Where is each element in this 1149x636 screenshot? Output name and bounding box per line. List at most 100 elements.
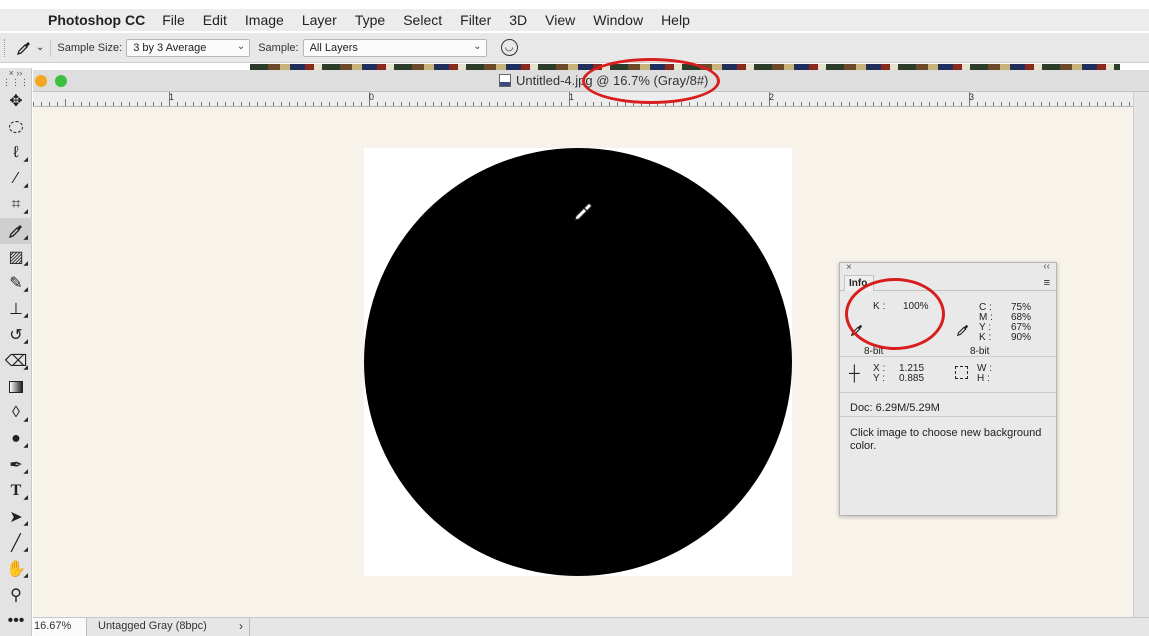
- crop-icon: ⌗: [11, 196, 21, 213]
- ruler-tick: [529, 102, 530, 106]
- vertical-scrollbar[interactable]: [1133, 92, 1149, 617]
- ruler-tick: [977, 102, 978, 106]
- zoom-tool[interactable]: ⚲: [0, 582, 32, 608]
- ruler-tick: [1113, 102, 1114, 106]
- history-brush-tool[interactable]: ↺ ◢: [0, 322, 32, 348]
- info-panel-header[interactable]: × ‹‹: [840, 261, 1056, 275]
- ruler-tick: [721, 102, 722, 106]
- ruler-tick: [41, 102, 42, 106]
- tool-preset-picker[interactable]: ⌄: [16, 40, 44, 56]
- document-icon: [499, 74, 511, 87]
- sampling-ring-icon[interactable]: ◡: [500, 39, 518, 56]
- tab-info[interactable]: Info: [844, 275, 874, 291]
- pen-tool[interactable]: ✒ ◢: [0, 452, 32, 478]
- primary-channel-label: K :: [873, 301, 886, 312]
- eyedropper-tool[interactable]: ◢: [0, 218, 32, 244]
- toolbar-header[interactable]: × ›› ︙︙︙: [0, 68, 31, 88]
- menu-view[interactable]: View: [536, 12, 584, 28]
- zoom-icon: ⚲: [10, 587, 22, 604]
- dodge-tool[interactable]: ● ◢: [0, 426, 32, 452]
- ruler-tick: [265, 102, 266, 106]
- ruler-tick: [1073, 102, 1074, 106]
- ruler-tick: [553, 102, 554, 106]
- status-menu-arrow[interactable]: ›: [239, 619, 243, 633]
- panel-menu-icon[interactable]: ≡: [1044, 277, 1050, 289]
- ruler-tick: [201, 102, 202, 106]
- ruler-tick: [1025, 102, 1026, 106]
- collapse-icon[interactable]: ‹‹: [1043, 261, 1050, 272]
- ruler-tick: [401, 102, 402, 106]
- options-grip[interactable]: [4, 38, 6, 57]
- magic-wand-tool[interactable]: ⁄ ◢: [0, 166, 32, 192]
- h-label: H :: [977, 373, 990, 384]
- ruler-tick: [345, 102, 346, 106]
- crop-tool[interactable]: ⌗ ◢: [0, 192, 32, 218]
- move-tool[interactable]: ✥: [0, 88, 32, 114]
- ruler-tick: [713, 102, 714, 106]
- ruler-tick: [953, 102, 954, 106]
- eyedropper-icon[interactable]: [850, 323, 864, 337]
- ruler-tick: [849, 102, 850, 106]
- sample-dropdown[interactable]: All Layers ⌄: [302, 38, 487, 57]
- menu-3d[interactable]: 3D: [500, 12, 536, 28]
- more-tools[interactable]: •••: [0, 608, 32, 634]
- ruler-tick: [233, 102, 234, 106]
- gradient-tool[interactable]: [0, 374, 32, 400]
- ruler-tick: [217, 102, 218, 106]
- ruler-tick: [457, 102, 458, 106]
- ruler-tick: [417, 102, 418, 106]
- path-selection-tool[interactable]: ➤ ◢: [0, 504, 32, 530]
- ruler-tick: [49, 102, 50, 106]
- zoom-level-field[interactable]: 16.67%: [33, 618, 87, 636]
- horizontal-ruler[interactable]: 1 0 1 2 3: [33, 92, 1133, 107]
- sample-size-dropdown[interactable]: 3 by 3 Average ⌄: [126, 38, 251, 57]
- healing-brush-tool[interactable]: ▨ ◢: [0, 244, 32, 270]
- ruler-tick: [881, 102, 882, 106]
- menu-type[interactable]: Type: [346, 12, 394, 28]
- color-readout-section: K : 100% 8-bit C :75% M :68% Y :67% K :9…: [840, 291, 1056, 357]
- elliptical-marquee-icon: [9, 121, 23, 133]
- ruler-tick: [1065, 102, 1066, 106]
- eraser-tool[interactable]: ⌫ ◢: [0, 348, 32, 374]
- marquee-tool[interactable]: [0, 114, 32, 140]
- ruler-label: 0: [369, 92, 375, 102]
- menu-layer[interactable]: Layer: [293, 12, 346, 28]
- secondary-readout: C :75% M :68% Y :67% K :90%: [979, 303, 1031, 343]
- type-tool[interactable]: T ◢: [0, 478, 32, 504]
- ruler-tick: [385, 102, 386, 106]
- menu-image[interactable]: Image: [236, 12, 293, 28]
- menu-window[interactable]: Window: [584, 12, 652, 28]
- menu-app-name[interactable]: Photoshop CC: [42, 12, 153, 28]
- ruler-tick: [353, 102, 354, 106]
- zoom-button[interactable]: [55, 75, 67, 87]
- brush-tool[interactable]: ✎ ◢: [0, 270, 32, 296]
- close-icon[interactable]: ×: [846, 262, 852, 273]
- ruler-tick: [65, 99, 66, 106]
- menu-filter[interactable]: Filter: [451, 12, 500, 28]
- menu-edit[interactable]: Edit: [194, 12, 236, 28]
- menu-select[interactable]: Select: [394, 12, 451, 28]
- ruler-tick: [241, 102, 242, 106]
- zoom-value: 16.67%: [34, 620, 72, 632]
- ruler-tick: [449, 102, 450, 106]
- clone-stamp-tool[interactable]: ⊥ ◢: [0, 296, 32, 322]
- selection-size-icon: [955, 366, 968, 379]
- eyedropper-icon[interactable]: [956, 323, 970, 337]
- minimize-button[interactable]: [35, 75, 47, 87]
- tool-hint-section: Click image to choose new background col…: [840, 417, 1056, 453]
- status-bar: 16.67% Untagged Gray (8bpc) ›: [33, 617, 1149, 636]
- ruler-tick: [433, 102, 434, 106]
- ruler-tick: [89, 102, 90, 106]
- hand-tool[interactable]: ✋ ◢: [0, 556, 32, 582]
- blur-tool[interactable]: ◊ ◢: [0, 400, 32, 426]
- ruler-tick: [505, 102, 506, 106]
- menu-help[interactable]: Help: [652, 12, 699, 28]
- sample-value: All Layers: [309, 41, 358, 54]
- ruler-tick: [441, 102, 442, 106]
- line-tool[interactable]: ╱ ◢: [0, 530, 32, 556]
- y-value: 0.885: [899, 373, 925, 384]
- lasso-tool[interactable]: ℓ ◢: [0, 140, 32, 166]
- ruler-tick: [113, 102, 114, 106]
- menu-file[interactable]: File: [153, 12, 194, 28]
- document-title-bar[interactable]: Untitled-4.jpg @ 16.7% (Gray/8#): [33, 70, 1149, 92]
